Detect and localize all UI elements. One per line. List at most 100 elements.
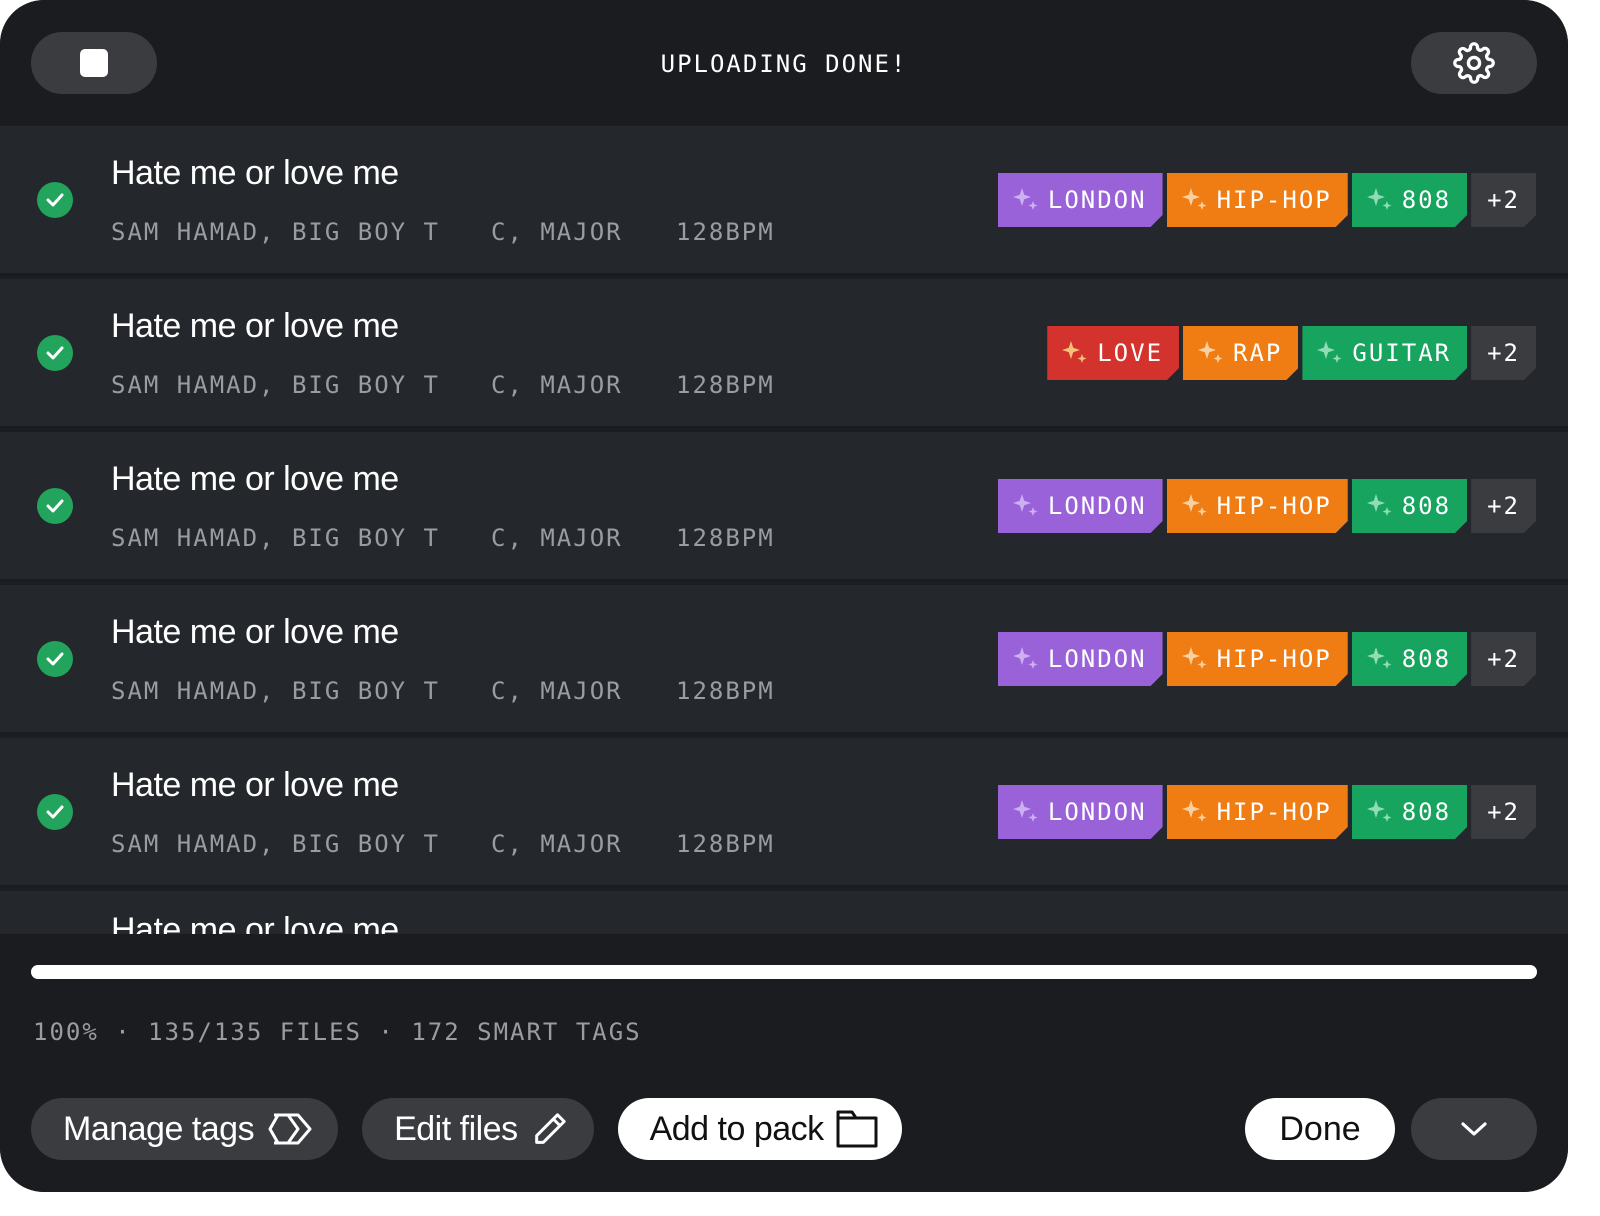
check-circle-icon	[37, 488, 73, 524]
smart-tag-label: 808	[1401, 186, 1452, 214]
file-row[interactable]: Hate me or love me SAM HAMAD, BIG BOY T C…	[0, 738, 1568, 888]
smart-tag[interactable]: 808	[1352, 479, 1467, 533]
tag-list: LOVE RAP GUITAR +2	[1047, 326, 1536, 380]
smart-tag-label: LONDON	[1047, 186, 1147, 214]
tag-list: LONDON HIP-HOP 808 +2	[998, 785, 1536, 839]
smart-tag[interactable]: 808	[1352, 632, 1467, 686]
smart-tag[interactable]: HIP-HOP	[1167, 632, 1348, 686]
more-tags-badge[interactable]: +2	[1471, 479, 1536, 533]
tag-icon	[268, 1113, 312, 1145]
smart-tag-label: GUITAR	[1352, 339, 1452, 367]
file-row[interactable]: Hate me or love me SAM HAMAD, BIG BOY T C…	[0, 279, 1568, 429]
smart-tag-label: RAP	[1233, 339, 1283, 367]
settings-button[interactable]	[1411, 32, 1537, 94]
smart-tag-label: HIP-HOP	[1216, 186, 1332, 214]
expand-button[interactable]	[1411, 1098, 1537, 1160]
file-artist: SAM HAMAD, BIG BOY T	[111, 218, 440, 246]
file-key: C, MAJOR	[491, 524, 623, 552]
file-artist: SAM HAMAD, BIG BOY T	[111, 677, 440, 705]
smart-tag-label: LONDON	[1047, 645, 1147, 673]
file-bpm: 128BPM	[676, 524, 775, 552]
sparkle-icon	[1366, 645, 1394, 673]
file-title: Hate me or love me	[111, 766, 399, 804]
smart-tag[interactable]: 808	[1352, 173, 1467, 227]
sparkle-icon	[1012, 492, 1040, 520]
smart-tag-label: LONDON	[1047, 492, 1147, 520]
file-bpm: 128BPM	[676, 218, 775, 246]
sparkle-icon	[1061, 339, 1089, 367]
chevron-down-icon	[1461, 1122, 1487, 1136]
smart-tag-label: 808	[1401, 492, 1452, 520]
smart-tag[interactable]: RAP	[1183, 326, 1298, 380]
more-tags-badge[interactable]: +2	[1471, 632, 1536, 686]
progress-fill	[31, 965, 1537, 979]
smart-tag[interactable]: LONDON	[998, 785, 1163, 839]
sparkle-icon	[1012, 186, 1040, 214]
file-row[interactable]: Hate me or love me SAM HAMAD, BIG BOY T C…	[0, 126, 1568, 276]
check-circle-icon	[37, 335, 73, 371]
sparkle-icon	[1316, 339, 1344, 367]
pencil-icon	[534, 1113, 566, 1144]
footer: 100% · 135/135 FILES · 172 SMART TAGS Ma…	[0, 934, 1568, 1192]
file-key: C, MAJOR	[491, 830, 623, 858]
file-artist: SAM HAMAD, BIG BOY T	[111, 830, 440, 858]
file-row[interactable]: Hate me or love me	[0, 891, 1568, 934]
smart-tag-label: 808	[1401, 798, 1452, 826]
file-key: C, MAJOR	[491, 218, 623, 246]
check-circle-icon	[37, 182, 73, 218]
smart-tag[interactable]: GUITAR	[1302, 326, 1467, 380]
smart-tag[interactable]: LONDON	[998, 479, 1163, 533]
tag-list: LONDON HIP-HOP 808 +2	[998, 632, 1536, 686]
header-title: UPLOADING DONE!	[660, 50, 908, 78]
file-key: C, MAJOR	[491, 677, 623, 705]
smart-tag-label: 808	[1401, 645, 1452, 673]
file-bpm: 128BPM	[676, 677, 775, 705]
smart-tag[interactable]: HIP-HOP	[1167, 785, 1348, 839]
sparkle-icon	[1366, 186, 1394, 214]
smart-tag[interactable]: HIP-HOP	[1167, 173, 1348, 227]
add-to-pack-button[interactable]: Add to pack	[617, 1098, 902, 1160]
progress-bar	[31, 965, 1537, 979]
folder-icon	[836, 1110, 878, 1148]
more-tags-badge[interactable]: +2	[1471, 173, 1536, 227]
upload-window: UPLOADING DONE! Hate me or love me SAM HA…	[0, 0, 1568, 1192]
edit-files-button[interactable]: Edit files	[362, 1098, 594, 1160]
sparkle-icon	[1197, 339, 1225, 367]
smart-tag-label: HIP-HOP	[1216, 645, 1332, 673]
file-bpm: 128BPM	[676, 830, 775, 858]
sparkle-icon	[1366, 798, 1394, 826]
smart-tag[interactable]: LONDON	[998, 173, 1163, 227]
file-title: Hate me or love me	[111, 460, 399, 498]
add-to-pack-label: Add to pack	[649, 1109, 825, 1148]
edit-files-label: Edit files	[394, 1109, 518, 1148]
file-title: Hate me or love me	[111, 307, 399, 345]
smart-tag[interactable]: LOVE	[1047, 326, 1179, 380]
smart-tag-label: LOVE	[1097, 339, 1164, 367]
smart-tag[interactable]: HIP-HOP	[1167, 479, 1348, 533]
file-bpm: 128BPM	[676, 371, 775, 399]
file-title: Hate me or love me	[111, 911, 399, 934]
smart-tag-label: HIP-HOP	[1216, 492, 1332, 520]
sparkle-icon	[1181, 492, 1209, 520]
file-row[interactable]: Hate me or love me SAM HAMAD, BIG BOY T C…	[0, 432, 1568, 582]
smart-tag[interactable]: LONDON	[998, 632, 1163, 686]
tag-list: LONDON HIP-HOP 808 +2	[998, 479, 1536, 533]
sparkle-icon	[1181, 798, 1209, 826]
smart-tag[interactable]: 808	[1352, 785, 1467, 839]
more-tags-badge[interactable]: +2	[1471, 326, 1536, 380]
file-key: C, MAJOR	[491, 371, 623, 399]
check-circle-icon	[37, 641, 73, 677]
more-tags-badge[interactable]: +2	[1471, 785, 1536, 839]
smart-tag-label: LONDON	[1047, 798, 1147, 826]
sparkle-icon	[1012, 645, 1040, 673]
sparkle-icon	[1181, 186, 1209, 214]
sparkle-icon	[1181, 645, 1209, 673]
file-list[interactable]: Hate me or love me SAM HAMAD, BIG BOY T C…	[0, 126, 1568, 934]
action-bar: Manage tags Edit files Add to pack	[31, 1098, 902, 1160]
manage-tags-button[interactable]: Manage tags	[31, 1098, 339, 1160]
tag-list: LONDON HIP-HOP 808 +2	[998, 173, 1536, 227]
sparkle-icon	[1366, 492, 1394, 520]
done-button[interactable]: Done	[1245, 1098, 1395, 1160]
smart-tag-label: HIP-HOP	[1216, 798, 1332, 826]
file-row[interactable]: Hate me or love me SAM HAMAD, BIG BOY T C…	[0, 585, 1568, 735]
